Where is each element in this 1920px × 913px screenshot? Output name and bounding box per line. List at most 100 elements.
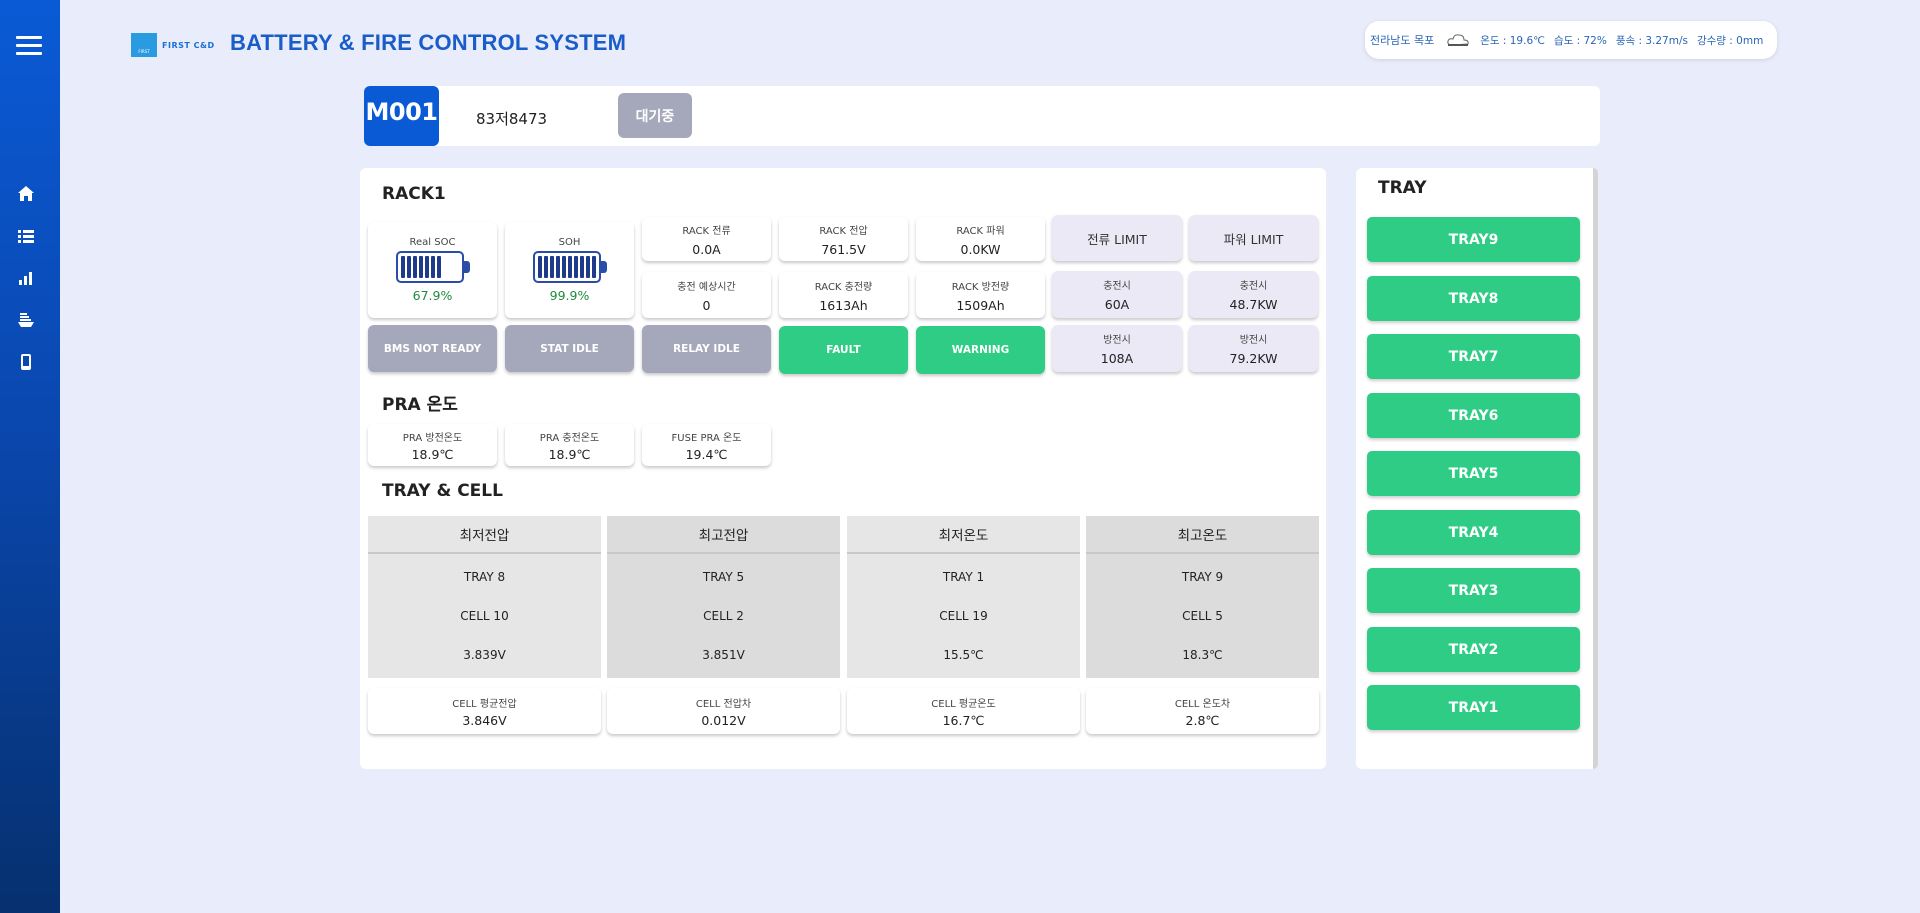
pra-value: 19.4℃ [685, 446, 728, 462]
metric-label: 충전 예상시간 [677, 281, 736, 293]
tray-button[interactable]: TRAY1 [1367, 685, 1580, 730]
current-limit-charge: 충전시 60A [1052, 271, 1182, 318]
current-limit-header[interactable]: 전류 LIMIT [1052, 215, 1182, 261]
bms-status-badge: BMS NOT READY [368, 325, 497, 372]
tray-button[interactable]: TRAY9 [1367, 217, 1580, 262]
fuse-pra-temp-card: FUSE PRA 온도 19.4℃ [642, 424, 771, 466]
hamburger-menu-icon[interactable] [16, 36, 42, 56]
cell-avg-temp-card: CELL 평균온도 16.7℃ [847, 688, 1080, 734]
measure-value: 18.3℃ [1182, 647, 1223, 662]
power-limit-label: 파워 LIMIT [1223, 231, 1284, 247]
rack-charge-amount-card: RACK 충전량 1613Ah [779, 272, 908, 318]
limit-label: 방전시 [1103, 335, 1131, 346]
column-header: 최고전압 [607, 516, 840, 554]
summary-label: CELL 평균전압 [452, 698, 517, 710]
tray-panel-title: TRAY [1378, 178, 1427, 198]
pra-label: PRA 충전온도 [539, 432, 600, 444]
battery-segment [585, 256, 590, 278]
cloud-icon [1447, 34, 1469, 46]
pra-title: PRA 온도 [382, 395, 458, 415]
limit-value: 48.7KW [1229, 297, 1278, 312]
power-limit-discharge: 방전시 79.2KW [1189, 325, 1318, 372]
cell-temp-diff-card: CELL 온도차 2.8℃ [1086, 688, 1319, 734]
pra-discharge-temp-card: PRA 방전온도 18.9℃ [368, 424, 497, 466]
home-icon[interactable] [16, 184, 36, 204]
real-soc-label: Real SOC [409, 237, 456, 248]
battery-segment [543, 256, 548, 278]
cell-value: CELL 19 [939, 608, 988, 623]
battery-segment [406, 256, 411, 278]
tray-panel: TRAY TRAY9 TRAY8 TRAY7 TRAY6 TRAY5 TRAY4… [1356, 168, 1598, 769]
limit-value: 79.2KW [1229, 351, 1278, 366]
metric-value: 0 [702, 297, 711, 313]
column-header: 최고온도 [1086, 516, 1319, 554]
pra-charge-temp-card: PRA 충전온도 18.9℃ [505, 424, 634, 466]
min-temp-column: 최저온도 TRAY 1 CELL 19 15.5℃ [847, 516, 1080, 678]
relay-status-badge: RELAY IDLE [642, 325, 771, 373]
tray-button[interactable]: TRAY8 [1367, 276, 1580, 321]
soh-value: 99.9% [549, 288, 590, 303]
tray-button[interactable]: TRAY2 [1367, 627, 1580, 672]
limit-value: 60A [1104, 297, 1130, 312]
power-limit-charge: 충전시 48.7KW [1189, 271, 1318, 318]
max-voltage-column: 최고전압 TRAY 5 CELL 2 3.851V [607, 516, 840, 678]
tray-cell-title: TRAY & CELL [382, 481, 503, 501]
cell-avg-voltage-card: CELL 평균전압 3.846V [368, 688, 601, 734]
cell-value: CELL 2 [703, 608, 744, 623]
charge-time-card: 충전 예상시간 0 [642, 272, 771, 318]
column-header: 최저온도 [847, 516, 1080, 554]
current-limit-label: 전류 LIMIT [1087, 231, 1147, 247]
tray-button[interactable]: TRAY5 [1367, 451, 1580, 496]
metric-label: RACK 충전량 [814, 281, 873, 293]
real-soc-card: Real SOC 67.9% [368, 222, 497, 318]
soh-card: SOH 99.9% [505, 222, 634, 318]
battery-segment [400, 256, 405, 278]
summary-label: CELL 평균온도 [931, 698, 996, 710]
measure-value: 3.851V [702, 647, 745, 662]
current-limit-discharge: 방전시 108A [1052, 325, 1182, 372]
mobile-icon[interactable] [16, 352, 36, 372]
battery-segment [424, 256, 429, 278]
tray-button[interactable]: TRAY7 [1367, 334, 1580, 379]
metric-label: RACK 전압 [819, 225, 868, 237]
fault-button[interactable]: FAULT [779, 326, 908, 374]
summary-value: 3.846V [462, 712, 507, 728]
summary-label: CELL 전압차 [695, 698, 752, 710]
company-logo[interactable]: FIRST FIRST C&D [131, 33, 215, 57]
pra-label: PRA 방전온도 [402, 432, 463, 444]
tray-button[interactable]: TRAY4 [1367, 510, 1580, 555]
tray-button[interactable]: TRAY3 [1367, 568, 1580, 613]
column-header: 최저전압 [368, 516, 601, 554]
power-limit-header[interactable]: 파워 LIMIT [1189, 215, 1318, 261]
measure-value: 3.839V [463, 647, 506, 662]
cell-value: CELL 5 [1182, 608, 1223, 623]
weather-temperature: 온도 : 19.6℃ [1480, 34, 1545, 47]
battery-segment [436, 256, 441, 278]
battery-segment [549, 256, 554, 278]
chart-icon[interactable] [16, 268, 36, 288]
max-temp-column: 최고온도 TRAY 9 CELL 5 18.3℃ [1086, 516, 1319, 678]
soh-label: SOH [558, 237, 581, 248]
metric-value: 761.5V [821, 241, 866, 257]
limit-label: 충전시 [1103, 281, 1131, 292]
ship-icon[interactable] [16, 310, 36, 330]
battery-segment [591, 256, 596, 278]
soc-battery-icon [395, 251, 470, 283]
tray-scrollbar[interactable] [1593, 168, 1598, 769]
metric-label: RACK 전류 [682, 225, 731, 237]
pra-label: FUSE PRA 온도 [671, 432, 742, 444]
stat-status-badge: STAT IDLE [505, 325, 634, 372]
tray-button[interactable]: TRAY6 [1367, 393, 1580, 438]
min-voltage-column: 최저전압 TRAY 8 CELL 10 3.839V [368, 516, 601, 678]
battery-segment [412, 256, 417, 278]
rack-power-card: RACK 파워 0.0KW [916, 217, 1045, 261]
cell-value: CELL 10 [460, 608, 509, 623]
weather-region: 전라남도 목포 [1370, 34, 1435, 47]
rack-panel: RACK1 Real SOC 67.9% SOH 99.9% RACK 전류 0… [360, 168, 1326, 769]
unit-id-badge[interactable]: M001 [364, 86, 439, 146]
list-icon[interactable] [16, 226, 36, 246]
battery-segment [567, 256, 572, 278]
metric-value: 1613Ah [819, 297, 868, 313]
rack-title: RACK1 [382, 184, 446, 204]
warning-button[interactable]: WARNING [916, 326, 1045, 374]
